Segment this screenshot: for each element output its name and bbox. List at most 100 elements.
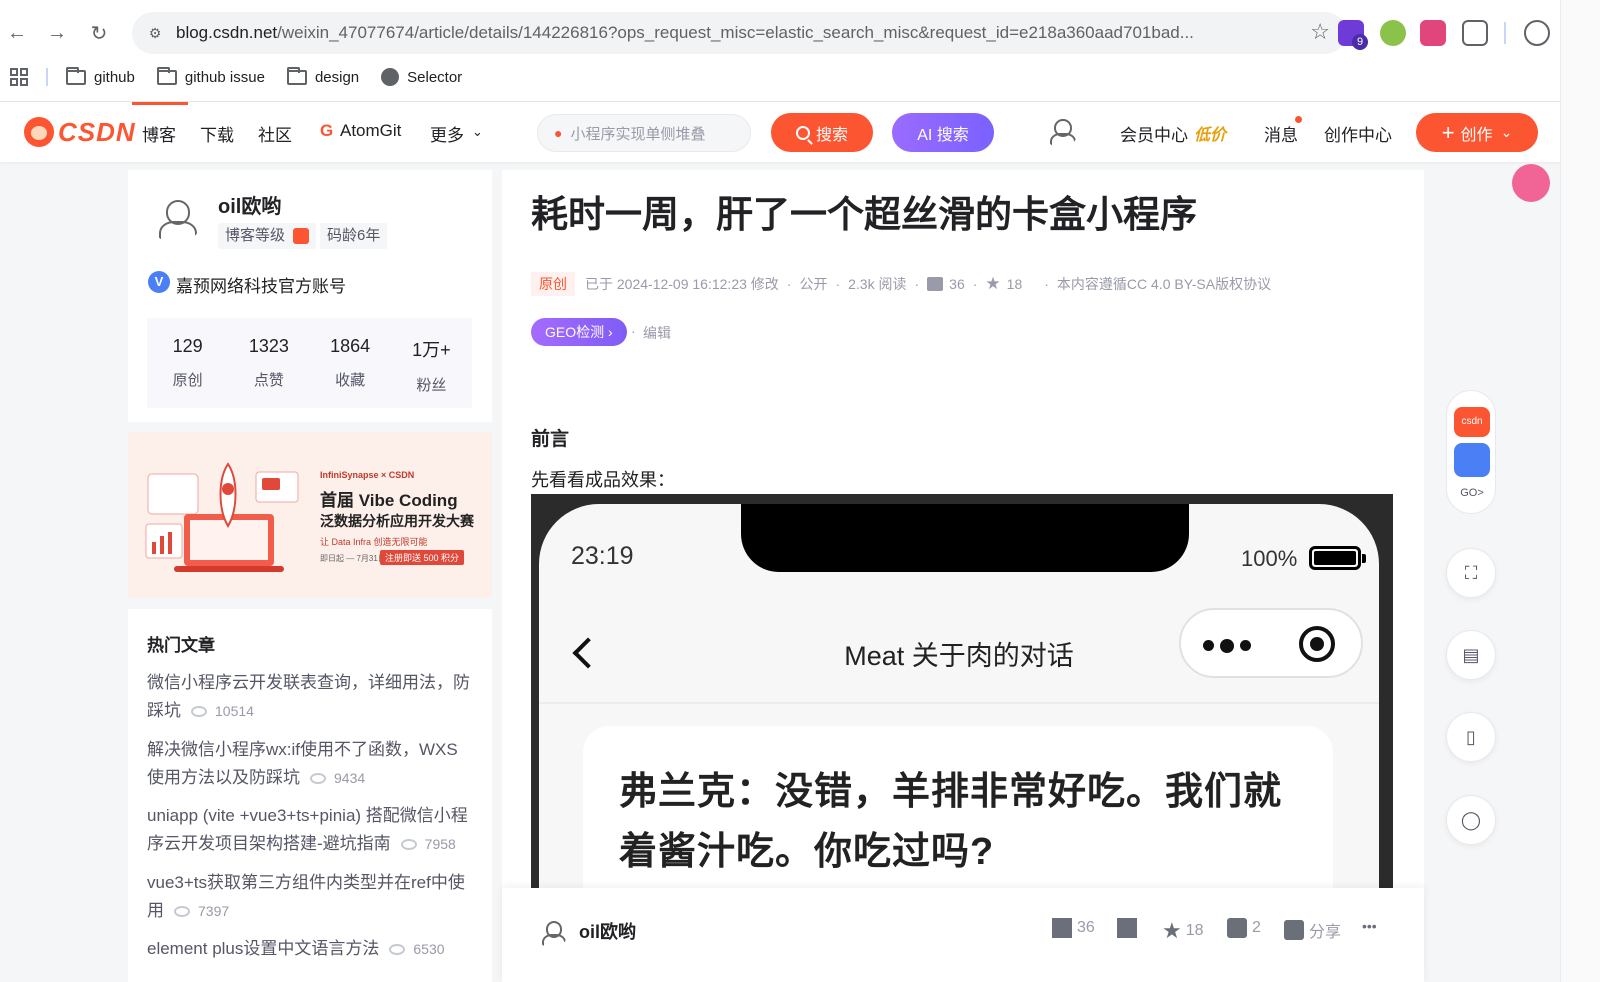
miniapp-capsule [1179,608,1363,678]
like-count: 36 [949,276,965,292]
extension-icon[interactable] [1380,20,1406,46]
chevron-down-icon: ⌄ [1500,124,1513,140]
license-text[interactable]: 本内容遵循CC 4.0 BY-SA版权协议 [1057,274,1271,294]
extensions-puzzle-icon[interactable] [1462,20,1488,46]
nav-community[interactable]: 社区 [258,121,292,146]
view-eye-icon [389,944,406,956]
back-arrow-icon[interactable]: ← [4,20,30,46]
star-icon: ★ [1162,918,1182,943]
toolbar-author-avatar[interactable] [536,916,568,948]
chevron-down-icon[interactable]: ⌄ [472,124,483,140]
chevron-right-icon: › [608,324,613,340]
view-eye-icon [191,706,207,718]
verified-label: 嘉预网络科技官方账号 [176,277,346,296]
author-name[interactable]: oil欧哟 [218,190,281,219]
dislike-button[interactable] [1117,918,1142,938]
author-avatar[interactable] [150,192,202,244]
create-button[interactable]: + 创作 ⌄ [1416,113,1538,152]
chat-bubble-icon[interactable]: ◯ [1446,795,1496,845]
ad-cta: 注册即送 500 积分 [380,550,465,565]
level-badge-icon [293,228,310,245]
modified-time: 已于 2024-12-09 16:12:23 修改 [585,276,779,292]
user-avatar[interactable] [1044,114,1078,148]
stat-original[interactable]: 129 原创 [147,318,228,408]
bookmark-github-issue[interactable]: github issue [156,66,265,86]
stat-fans[interactable]: 1万+ 粉丝 [391,318,472,408]
search-button[interactable]: 搜索 [771,113,873,152]
messages-link[interactable]: 消息 [1264,121,1298,146]
thumbs-up-icon[interactable] [927,277,944,291]
hot-article-item[interactable]: uniapp (vite +vue3+ts+pinia) 搭配微信小程 序云开发… [147,802,477,858]
thumbs-down-icon [1117,918,1137,938]
geo-check-button[interactable]: GEO检测 › [531,318,627,346]
comment-button[interactable]: 2 [1227,918,1261,938]
code-age-tag: 码龄6年 [320,223,388,249]
bookmark-star-icon[interactable]: ☆ [1310,21,1330,43]
clipboard-icon[interactable]: ▤ [1446,630,1496,680]
phone-screen: 23:19 100% Meat 关于肉的对话 弗兰克：没错，羊排非常好吃。我们就… [539,504,1379,888]
read-count: 2.3k 阅读 [848,276,907,292]
mobile-view-icon[interactable]: ▯ [1446,712,1496,762]
dialog-card: 弗兰克：没错，羊排非常好吃。我们就着酱汁吃。你吃过吗? [583,726,1333,888]
notification-dot [1295,116,1302,123]
folder-icon [66,66,86,85]
profile-icon[interactable] [1524,20,1550,46]
nav-atomgit[interactable]: AtomGit [340,121,401,141]
creator-center-link[interactable]: 创作中心 [1324,121,1392,146]
csdn-logo[interactable]: CSDN [24,116,136,148]
more-button[interactable]: ••• [1362,918,1377,934]
bookmarks-divider [46,68,48,86]
nav-download[interactable]: 下载 [200,121,234,146]
site-settings-icon[interactable]: ⚙ [144,22,166,44]
status-time: 23:19 [571,542,634,570]
nav-more[interactable]: 更多 [430,121,464,146]
ad-line1: 首届 Vibe Coding [320,491,458,510]
rocket-laptop-illustration [145,462,299,572]
battery-percent: 100% [1241,546,1298,571]
member-price-tag: 低价 [1194,127,1227,144]
nav-blog[interactable]: 博客 [142,121,176,146]
stat-favorites[interactable]: 1864 收藏 [310,318,391,408]
bookmark-selector[interactable]: Selector [381,68,462,86]
search-input[interactable]: ● 小程序实现单侧堆叠 [537,114,751,152]
like-button[interactable]: 36 [1052,918,1095,938]
favorite-button[interactable]: ★ 18 [1162,918,1204,944]
address-bar[interactable]: ⚙ blog.csdn.net/weixin_47077674/article/… [132,12,1346,54]
favorite-star-icon[interactable]: ★ [985,274,1000,294]
fullscreen-icon[interactable]: ⛶ [1446,548,1496,598]
plus-icon: + [1441,119,1455,145]
battery-icon [1309,546,1366,570]
active-nav-underline [132,102,188,105]
bookmarks-bar: github github issue design Selector [0,62,1600,92]
hot-article-item[interactable]: 解决微信小程序wx:if使用不了函数，WXS 使用方法以及防踩坑 9434 [147,736,477,792]
vibe-coding-ad-banner[interactable]: InfiniSynapse × CSDN 首届 Vibe Coding 泛数据分… [128,432,492,598]
stat-likes[interactable]: 1323 点赞 [228,318,309,408]
csdn-plugin-panel[interactable]: csdn GO> [1446,390,1496,514]
toolbar-author-name[interactable]: oil欧哟 [579,918,636,944]
bookmark-github[interactable]: github [66,66,135,86]
url-text[interactable]: blog.csdn.net/weixin_47077674/article/de… [176,23,1292,43]
edit-link[interactable]: 编辑 [643,323,671,343]
hot-article-item[interactable]: 微信小程序云开发联表查询，详细用法，防 踩坑 10514 [147,669,477,725]
share-button[interactable]: 分享 [1284,918,1341,942]
section-heading: 前言 [531,429,570,450]
apps-grid-icon[interactable] [10,68,28,86]
ai-search-button[interactable]: AI 搜索 [892,113,994,152]
hot-article-item[interactable]: element plus设置中文语言方法 6530 [147,935,477,963]
ad-dates: 即日起 — 7月31日 [320,554,386,563]
more-dots-icon [1203,639,1251,653]
extension-icon[interactable]: 9 [1338,20,1368,50]
toolbar-divider [1504,22,1506,44]
member-center-link[interactable]: 会员中心 [1120,121,1188,146]
translate-extension-icon[interactable] [1420,20,1446,46]
bookmark-design[interactable]: design [286,66,359,86]
hot-article-item[interactable]: vue3+ts获取第三方组件内类型并在ref中使 用 7397 [147,869,477,925]
author-profile-card: oil欧哟 博客等级 码龄6年 V 嘉预网络科技官方账号 129 原创 1323 点… [128,170,492,422]
forward-arrow-icon[interactable]: → [44,20,70,46]
reload-icon[interactable]: ↻ [86,20,112,46]
demo-screenshot: 23:19 100% Meat 关于肉的对话 弗兰克：没错，羊排非常好吃。我们就… [531,494,1393,888]
window-scrollbar[interactable] [1560,0,1600,982]
view-eye-icon [174,906,190,918]
article-toolbar: oil欧哟 36 ★ 18 2 分享 ••• [502,888,1424,982]
translate-float-icon[interactable] [1512,164,1550,202]
